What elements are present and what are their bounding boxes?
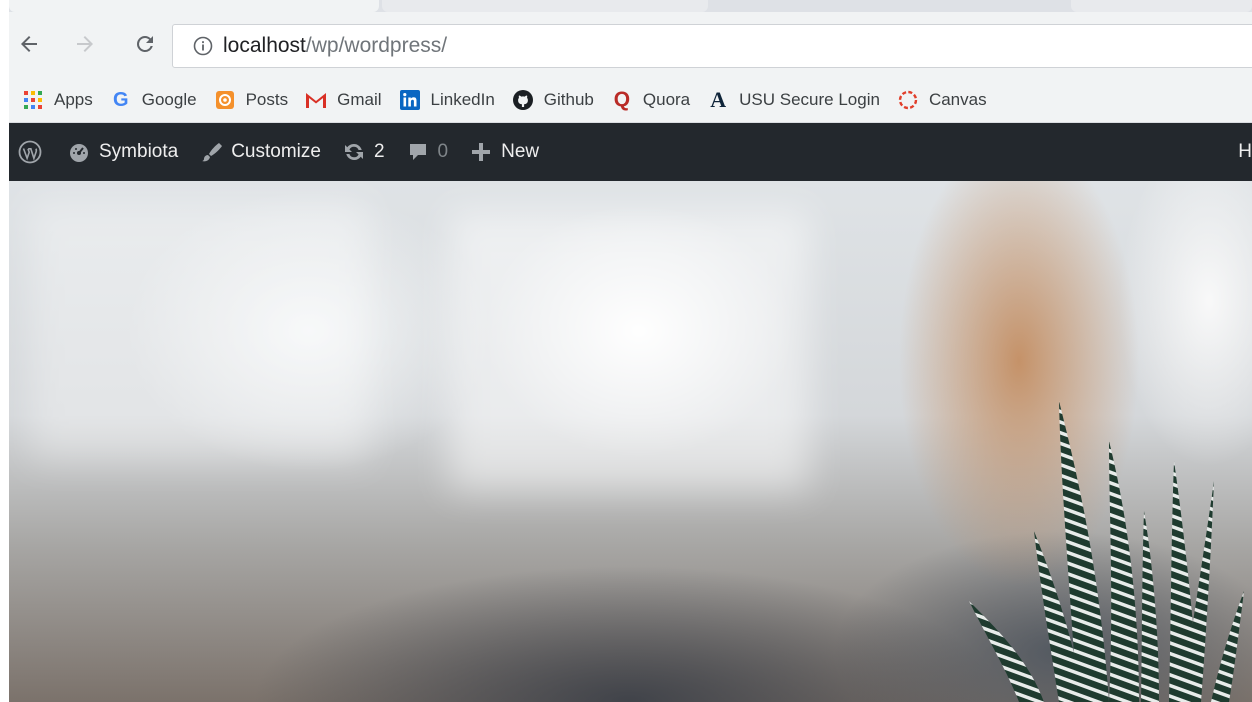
- url-path: /wp/wordpress/: [305, 34, 448, 57]
- browser-window: localhost/wp/wordpress/ Apps G Google Po…: [9, 0, 1252, 702]
- customize-button[interactable]: Customize: [200, 141, 321, 163]
- wp-admin-bar: Symbiota Customize 2 0 New H: [9, 123, 1252, 181]
- bookmark-github[interactable]: Github: [512, 89, 594, 111]
- back-arrow-icon: [21, 36, 37, 52]
- google-icon: G: [112, 88, 129, 111]
- bookmark-label: Quora: [642, 90, 691, 109]
- bookmark-google[interactable]: G Google: [110, 89, 197, 111]
- bookmark-label: Posts: [245, 90, 289, 109]
- wp-logo-button[interactable]: [18, 140, 42, 164]
- updates-refresh-icon: [343, 141, 365, 163]
- reload-icon: [137, 36, 153, 52]
- reload-button[interactable]: [133, 30, 157, 58]
- usu-icon: A: [710, 87, 727, 112]
- canvas-icon: [897, 89, 919, 111]
- new-content-button[interactable]: New: [470, 141, 539, 163]
- bookmark-label: Apps: [54, 90, 93, 109]
- forward-button[interactable]: [73, 30, 97, 58]
- navigation-toolbar: localhost/wp/wordpress/: [9, 12, 1252, 78]
- comments-button[interactable]: 0: [407, 141, 449, 163]
- site-name-menu[interactable]: Symbiota: [68, 141, 178, 163]
- succulent-plant-image: [969, 401, 1244, 702]
- wordpress-logo-icon: [18, 140, 42, 164]
- address-bar[interactable]: localhost/wp/wordpress/: [172, 24, 1252, 68]
- url-text[interactable]: localhost/wp/wordpress/: [223, 34, 447, 58]
- updates-button[interactable]: 2: [343, 141, 385, 163]
- gmail-icon: [305, 89, 327, 111]
- bookmark-label: Github: [543, 90, 594, 109]
- paintbrush-icon: [200, 141, 223, 163]
- comments-count: 0: [437, 141, 449, 162]
- bookmark-label: Google: [141, 90, 197, 109]
- bookmark-label: LinkedIn: [430, 90, 495, 109]
- account-greeting-partial: H: [1238, 141, 1252, 162]
- customize-label: Customize: [231, 141, 321, 162]
- forward-arrow-icon: [77, 36, 93, 52]
- new-label: New: [501, 141, 540, 162]
- bookmark-label: Gmail: [337, 90, 382, 109]
- bookmarks-bar: Apps G Google Posts Gmail LinkedIn Githu…: [9, 78, 1252, 123]
- tab-active[interactable]: [9, 0, 379, 12]
- blurred-window-shape: [449, 211, 809, 491]
- bookmark-quora[interactable]: Q Quora: [611, 88, 691, 111]
- bookmark-usu[interactable]: A USU Secure Login: [707, 87, 880, 112]
- linkedin-icon: [399, 89, 421, 111]
- site-name: Symbiota: [99, 141, 179, 162]
- blurred-window-shape: [29, 201, 369, 461]
- tab-strip: [9, 0, 1252, 12]
- tab-inactive[interactable]: [382, 0, 708, 12]
- my-account-menu[interactable]: H: [1238, 123, 1252, 181]
- bookmark-posts[interactable]: Posts: [214, 89, 289, 111]
- posts-icon: [214, 89, 236, 111]
- updates-count: 2: [373, 141, 385, 162]
- info-icon[interactable]: [193, 36, 213, 56]
- bookmark-apps[interactable]: Apps: [22, 89, 93, 111]
- bookmark-linkedin[interactable]: LinkedIn: [399, 89, 495, 111]
- github-icon: [512, 89, 534, 111]
- back-button[interactable]: [17, 30, 41, 58]
- header-hero-image: [9, 181, 1252, 702]
- plus-icon: [470, 141, 492, 163]
- bookmark-label: Canvas: [928, 90, 987, 109]
- apps-grid-icon: [22, 89, 44, 111]
- comment-bubble-icon: [407, 141, 429, 163]
- bookmark-label: USU Secure Login: [739, 90, 880, 109]
- bookmark-gmail[interactable]: Gmail: [305, 89, 382, 111]
- quora-icon: Q: [613, 88, 631, 111]
- tab-inactive[interactable]: [1071, 0, 1252, 12]
- dashboard-gauge-icon: [68, 141, 90, 163]
- bookmark-canvas[interactable]: Canvas: [897, 89, 987, 111]
- url-host: localhost: [223, 34, 306, 57]
